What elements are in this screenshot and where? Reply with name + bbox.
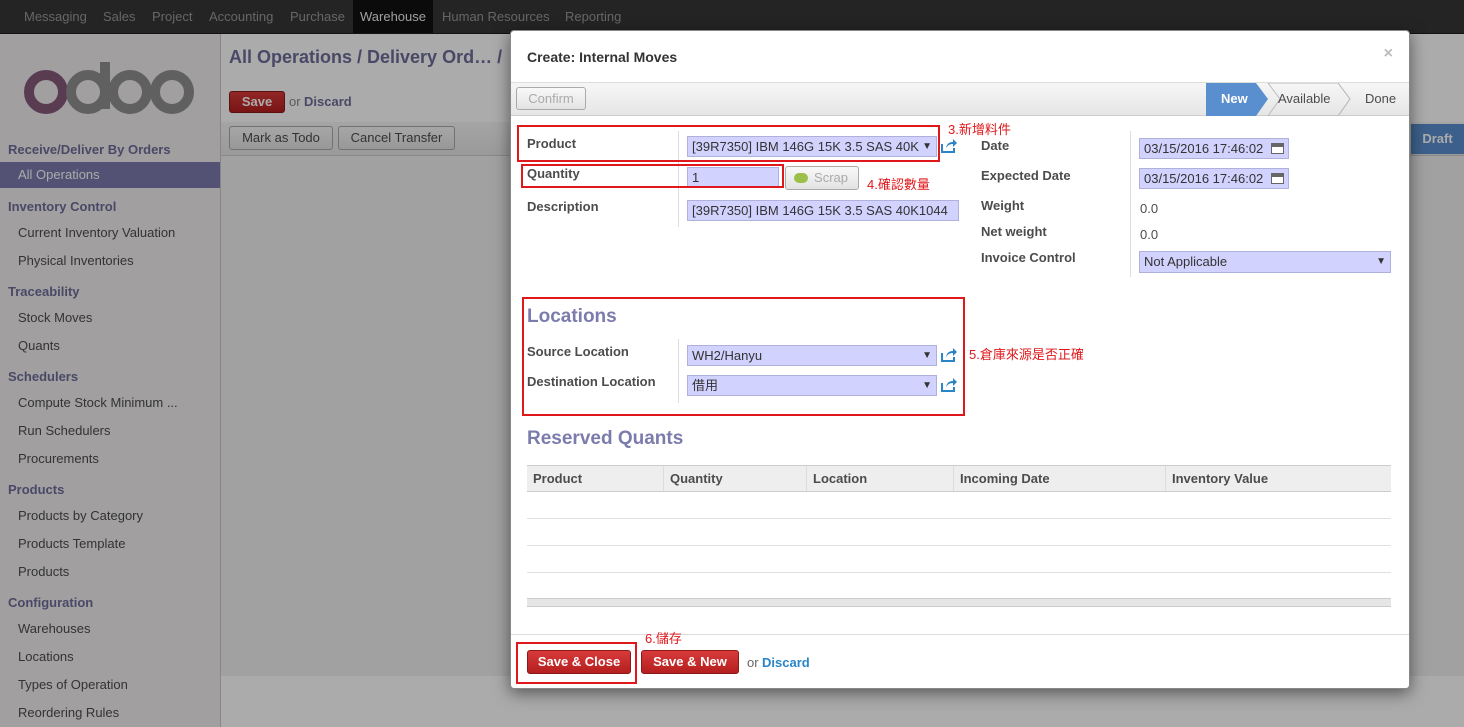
close-icon[interactable]: × [1384, 45, 1393, 63]
description-label: Description [527, 199, 599, 214]
description-input[interactable]: [39R7350] IBM 146G 15K 3.5 SAS 40K1044 [687, 200, 959, 221]
dialog-title: Create: Internal Moves [527, 49, 678, 65]
invoice-control-select[interactable]: Not Applicable ▼ [1139, 251, 1391, 273]
confirm-button[interactable]: Confirm [516, 87, 586, 110]
save-new-button[interactable]: Save & New [641, 650, 739, 674]
reserved-quants-table-header: Product Quantity Location Incoming Date … [527, 465, 1391, 492]
status-available[interactable]: Available [1278, 91, 1331, 106]
caret-down-icon: ▼ [1376, 256, 1386, 267]
weight-label: Weight [981, 198, 1025, 213]
external-link-icon[interactable] [941, 139, 957, 153]
invoice-control-label: Invoice Control [981, 250, 1076, 265]
annotation-step-5: 5.倉庫來源是否正確 [969, 347, 1084, 362]
annotation-box-quantity [521, 164, 784, 188]
expected-date-input[interactable]: 03/15/2016 17:46:02 [1139, 168, 1289, 189]
expected-date-label: Expected Date [981, 168, 1071, 183]
annotation-step-4: 4.確認數量 [867, 177, 930, 192]
net-weight-value: 0.0 [1140, 227, 1159, 242]
column-product[interactable]: Product [527, 466, 664, 491]
date-label: Date [981, 138, 1010, 153]
column-inventory-value[interactable]: Inventory Value [1166, 466, 1391, 491]
scrap-icon [794, 173, 808, 183]
annotation-box-locations [522, 297, 965, 416]
weight-value: 0.0 [1140, 201, 1159, 216]
discard-link[interactable]: Discard [762, 655, 810, 670]
table-row [527, 572, 1391, 573]
date-input[interactable]: 03/15/2016 17:46:02 [1139, 138, 1289, 159]
calendar-icon[interactable] [1271, 143, 1284, 154]
status-done[interactable]: Done [1365, 91, 1396, 106]
annotation-box-save [516, 642, 637, 684]
scrap-button[interactable]: Scrap [785, 166, 859, 190]
status-new[interactable]: New [1221, 91, 1248, 106]
column-location[interactable]: Location [807, 466, 954, 491]
column-incoming-date[interactable]: Incoming Date [954, 466, 1166, 491]
or-text: or [747, 655, 759, 670]
table-row [527, 518, 1391, 519]
annotation-step-6: 6.儲存 [645, 631, 682, 646]
column-quantity[interactable]: Quantity [664, 466, 807, 491]
net-weight-label: Net weight [981, 224, 1047, 239]
table-footer [527, 598, 1391, 607]
separator [1130, 131, 1131, 277]
reserved-quants-heading: Reserved Quants [527, 428, 684, 449]
calendar-icon[interactable] [1271, 173, 1284, 184]
annotation-step-3: 3.新增料件 [948, 122, 1011, 137]
table-row [527, 545, 1391, 546]
annotation-box-product [517, 125, 940, 162]
dialog-statusbar: Confirm New Available Done [511, 82, 1409, 116]
